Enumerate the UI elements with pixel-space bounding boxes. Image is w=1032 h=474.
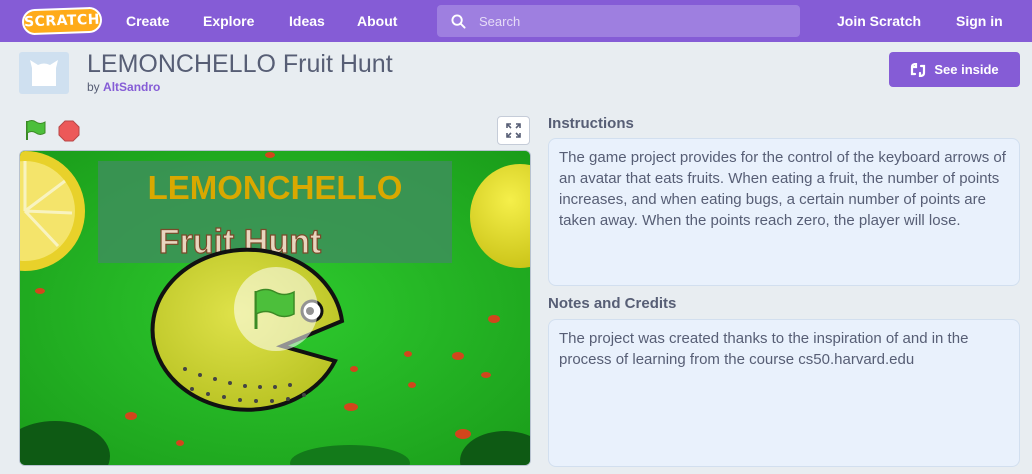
notes-heading: Notes and Credits xyxy=(548,295,677,312)
top-nav: SCRATCH Create Explore Ideas About Searc… xyxy=(0,0,1032,42)
sign-in-link[interactable]: Sign in xyxy=(956,0,1003,42)
instructions-box: The game project provides for the contro… xyxy=(548,138,1020,286)
author-link[interactable]: AltSandro xyxy=(103,80,160,94)
scratch-logo[interactable]: SCRATCH xyxy=(21,6,103,36)
play-overlay-button[interactable] xyxy=(234,267,318,351)
green-flag-icon[interactable] xyxy=(23,119,47,141)
join-scratch-link[interactable]: Join Scratch xyxy=(837,0,921,42)
nav-about[interactable]: About xyxy=(357,0,397,42)
cat-avatar-icon xyxy=(30,60,58,86)
instructions-heading: Instructions xyxy=(548,115,634,132)
stop-icon[interactable] xyxy=(58,120,80,142)
search-icon xyxy=(451,13,466,29)
search-placeholder: Search xyxy=(479,13,521,29)
stage-canvas: LEMONCHELLO Fruit Hunt xyxy=(20,151,530,465)
project-stage[interactable]: LEMONCHELLO Fruit Hunt xyxy=(19,150,531,466)
instructions-text: The game project provides for the contro… xyxy=(559,149,1006,229)
notes-box: The project was created thanks to the in… xyxy=(548,319,1020,467)
project-byline: by AltSandro xyxy=(87,80,161,94)
nav-explore[interactable]: Explore xyxy=(203,0,254,42)
nav-create[interactable]: Create xyxy=(126,0,170,42)
fullscreen-icon xyxy=(506,123,521,138)
search-input[interactable]: Search xyxy=(437,5,800,37)
remix-icon xyxy=(911,62,926,77)
project-title: LEMONCHELLO Fruit Hunt xyxy=(87,50,393,78)
stage-title-line1: LEMONCHELLO xyxy=(148,169,403,206)
see-inside-button[interactable]: See inside xyxy=(889,52,1020,87)
author-avatar[interactable] xyxy=(19,52,69,94)
nav-ideas[interactable]: Ideas xyxy=(289,0,325,42)
notes-text: The project was created thanks to the in… xyxy=(559,330,969,368)
fullscreen-button[interactable] xyxy=(497,116,530,145)
